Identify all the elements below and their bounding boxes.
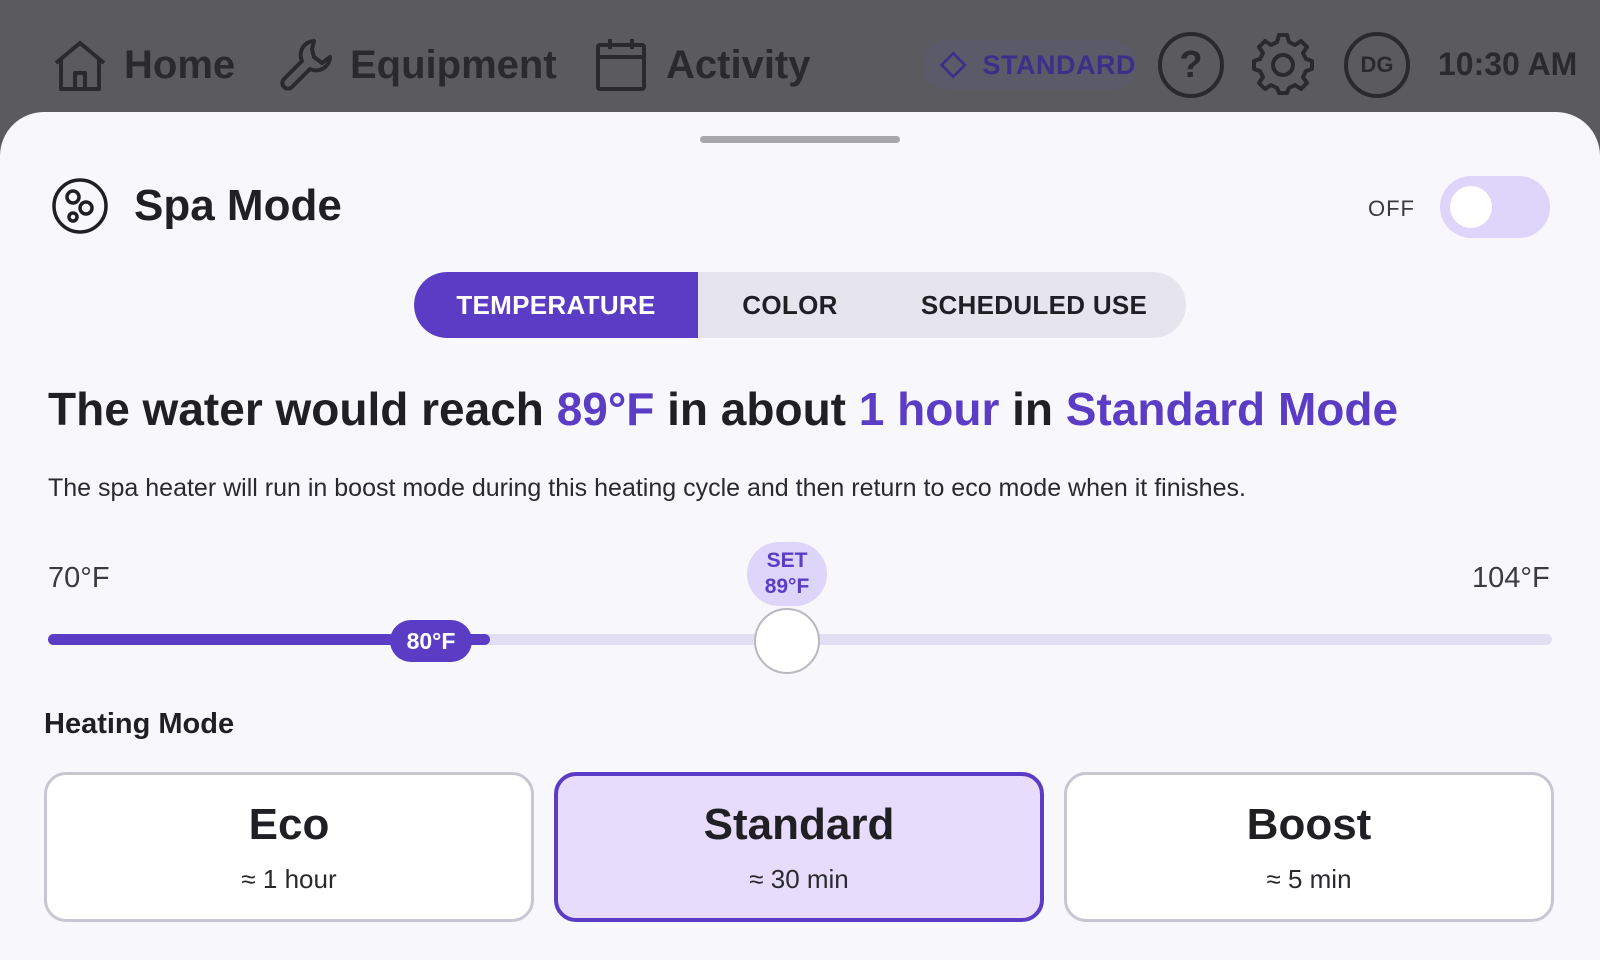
mode-time: ≈ 5 min (1266, 863, 1352, 894)
mode-name: Eco (248, 799, 330, 849)
panel-header: Spa Mode (50, 174, 342, 238)
nav-home-label: Home (124, 42, 236, 87)
top-nav-bar: Home Equipment Activity STANDARD ? DG 10… (0, 0, 1600, 125)
tab-color[interactable]: COLOR (698, 272, 882, 338)
clock: 10:30 AM (1438, 46, 1578, 82)
set-temp-bubble: SET 89°F (747, 542, 827, 606)
mode-time: ≈ 1 hour (241, 863, 337, 894)
tab-bar: TEMPERATURE COLOR SCHEDULED USE (414, 272, 1186, 338)
heating-mode-label: Heating Mode (44, 708, 235, 740)
heating-mode-eco[interactable]: Eco ≈ 1 hour (44, 772, 534, 922)
gear-icon (1252, 33, 1314, 95)
set-label: SET (766, 549, 808, 572)
mode-name: Standard (703, 799, 895, 849)
headline-target-temp: 89°F (556, 383, 655, 435)
toggle-state-label: OFF (1368, 196, 1415, 221)
headline-text-2: in about (654, 383, 859, 435)
tab-temperature[interactable]: TEMPERATURE (414, 272, 698, 338)
heating-mode-standard[interactable]: Standard ≈ 30 min (554, 772, 1044, 922)
heating-description: The spa heater will run in boost mode du… (48, 474, 1246, 502)
nav-home[interactable]: Home (50, 34, 235, 96)
nav-equipment[interactable]: Equipment (276, 34, 557, 96)
spa-mode-sheet: Spa Mode OFF TEMPERATURE COLOR SCHEDULED… (0, 112, 1600, 960)
current-temp-pill: 80°F (390, 620, 472, 662)
tab-scheduled-use[interactable]: SCHEDULED USE (882, 272, 1186, 338)
settings-button[interactable] (1250, 32, 1316, 98)
help-button[interactable]: ? (1158, 32, 1224, 98)
mode-time: ≈ 30 min (749, 863, 849, 894)
avatar-initials: DG (1360, 52, 1394, 77)
nav-activity[interactable]: Activity (592, 34, 811, 96)
slider-max-label: 104°F (1472, 562, 1550, 594)
heating-estimate-headline: The water would reach 89°F in about 1 ho… (48, 382, 1398, 436)
nav-activity-label: Activity (666, 42, 811, 87)
set-temp-slider-thumb[interactable] (754, 608, 820, 674)
headline-text-3: in (999, 383, 1066, 435)
panel-title: Spa Mode (134, 181, 342, 230)
headline-text-1: The water would reach (48, 383, 557, 435)
mode-status-badge[interactable]: STANDARD (922, 40, 1136, 90)
headline-mode: Standard Mode (1065, 383, 1399, 435)
home-icon (54, 41, 106, 91)
mode-status-label: STANDARD (982, 49, 1136, 80)
nav-equipment-label: Equipment (350, 42, 557, 87)
calendar-icon (596, 39, 646, 91)
user-avatar[interactable]: DG (1344, 32, 1410, 98)
set-value: 89°F (764, 575, 810, 598)
question-icon: ? (1179, 43, 1203, 86)
sheet-drag-handle[interactable] (700, 136, 900, 143)
slider-min-label: 70°F (48, 562, 110, 594)
heating-mode-boost[interactable]: Boost ≈ 5 min (1064, 772, 1554, 922)
mode-name: Boost (1246, 799, 1372, 849)
toggle-knob (1450, 186, 1492, 228)
headline-duration: 1 hour (858, 383, 1000, 435)
spa-mode-toggle[interactable] (1440, 176, 1550, 238)
spa-bubbles-icon (52, 178, 108, 234)
wrench-icon (280, 39, 332, 91)
diamond-icon (939, 51, 967, 79)
